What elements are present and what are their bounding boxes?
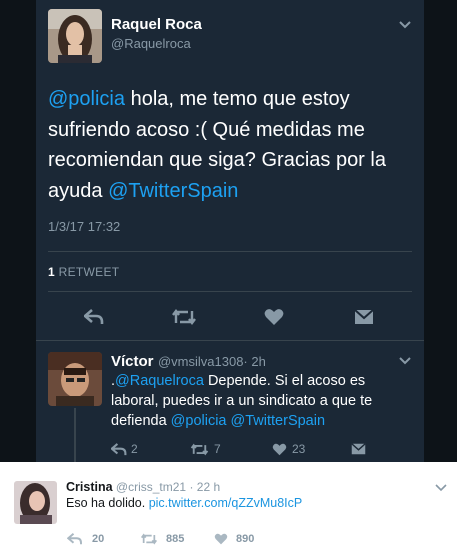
retweet-stats[interactable]: 1 RETWEET — [48, 265, 119, 279]
mention-link[interactable]: @TwitterSpain — [108, 180, 238, 202]
author-handle[interactable]: @criss_tm21 — [116, 480, 186, 494]
mention-link[interactable]: @policia — [171, 413, 227, 429]
reply-icon[interactable] — [67, 533, 83, 545]
chevron-down-icon[interactable] — [398, 20, 412, 30]
bottom-tweet-header: Cristina @criss_tm21 · 22 h — [66, 480, 220, 494]
avatar[interactable] — [48, 352, 102, 406]
reply-icon[interactable] — [84, 309, 104, 325]
mention-link[interactable]: @TwitterSpain — [231, 413, 326, 429]
reply-thread-line — [74, 408, 76, 462]
avatar[interactable] — [14, 481, 57, 524]
tweet-detail-panel: Raquel Roca @Raquelroca @policia hola, m… — [36, 0, 424, 462]
divider — [48, 251, 412, 252]
tweet-text: @policia hola, me temo que estoy sufrien… — [48, 84, 408, 206]
retweet-label: RETWEET — [54, 265, 120, 279]
reply-count: 2 — [131, 442, 138, 456]
retweet-count: 885 — [166, 533, 185, 545]
retweet-icon[interactable] — [171, 308, 197, 326]
mention-link[interactable]: @Raquelroca — [115, 373, 204, 389]
retweet-count: 1 — [48, 265, 55, 279]
avatar-image — [48, 9, 102, 63]
author-name[interactable]: Víctor — [111, 353, 154, 370]
divider — [36, 340, 424, 341]
dm-icon[interactable] — [354, 309, 374, 325]
heart-icon[interactable] — [214, 533, 228, 545]
avatar-image — [48, 352, 102, 406]
reply-header: Víctor @vmsilva1308· 2h — [111, 353, 266, 371]
heart-icon[interactable] — [264, 308, 284, 326]
dm-icon[interactable] — [351, 443, 366, 455]
heart-icon[interactable] — [272, 443, 287, 456]
retweet-count: 7 — [214, 442, 221, 456]
bottom-tweet-text: Eso ha dolido. pic.twitter.com/qZZvMu8Ic… — [66, 496, 302, 510]
media-link[interactable]: pic.twitter.com/qZZvMu8IcP — [149, 496, 303, 510]
chevron-down-icon[interactable] — [435, 484, 447, 492]
like-count: 890 — [236, 533, 255, 545]
divider — [48, 291, 412, 292]
reply-count: 20 — [92, 533, 105, 545]
author-name[interactable]: Raquel Roca — [111, 16, 202, 33]
retweet-icon[interactable] — [140, 533, 158, 545]
like-count: 23 — [292, 442, 306, 456]
author-handle[interactable]: @Raquelroca — [111, 36, 191, 51]
mention-link[interactable]: @policia — [48, 88, 125, 110]
retweet-icon[interactable] — [190, 443, 209, 456]
reply-text: .@Raquelroca Depende. Si el acoso es lab… — [111, 371, 411, 431]
author-name[interactable]: Cristina — [66, 480, 113, 494]
tweet-time[interactable]: · 22 h — [189, 480, 220, 494]
tweet-text-body: Eso ha dolido. — [66, 496, 149, 510]
tweet-timestamp[interactable]: 1/3/17 17:32 — [48, 219, 120, 234]
author-handle[interactable]: @vmsilva1308 — [158, 354, 243, 369]
avatar-image — [14, 481, 57, 524]
chevron-down-icon[interactable] — [398, 356, 412, 366]
reply-icon[interactable] — [111, 443, 127, 456]
reply-time[interactable]: · 2h — [243, 354, 265, 369]
avatar[interactable] — [48, 9, 102, 63]
dark-background: Raquel Roca @Raquelroca @policia hola, m… — [0, 0, 457, 462]
